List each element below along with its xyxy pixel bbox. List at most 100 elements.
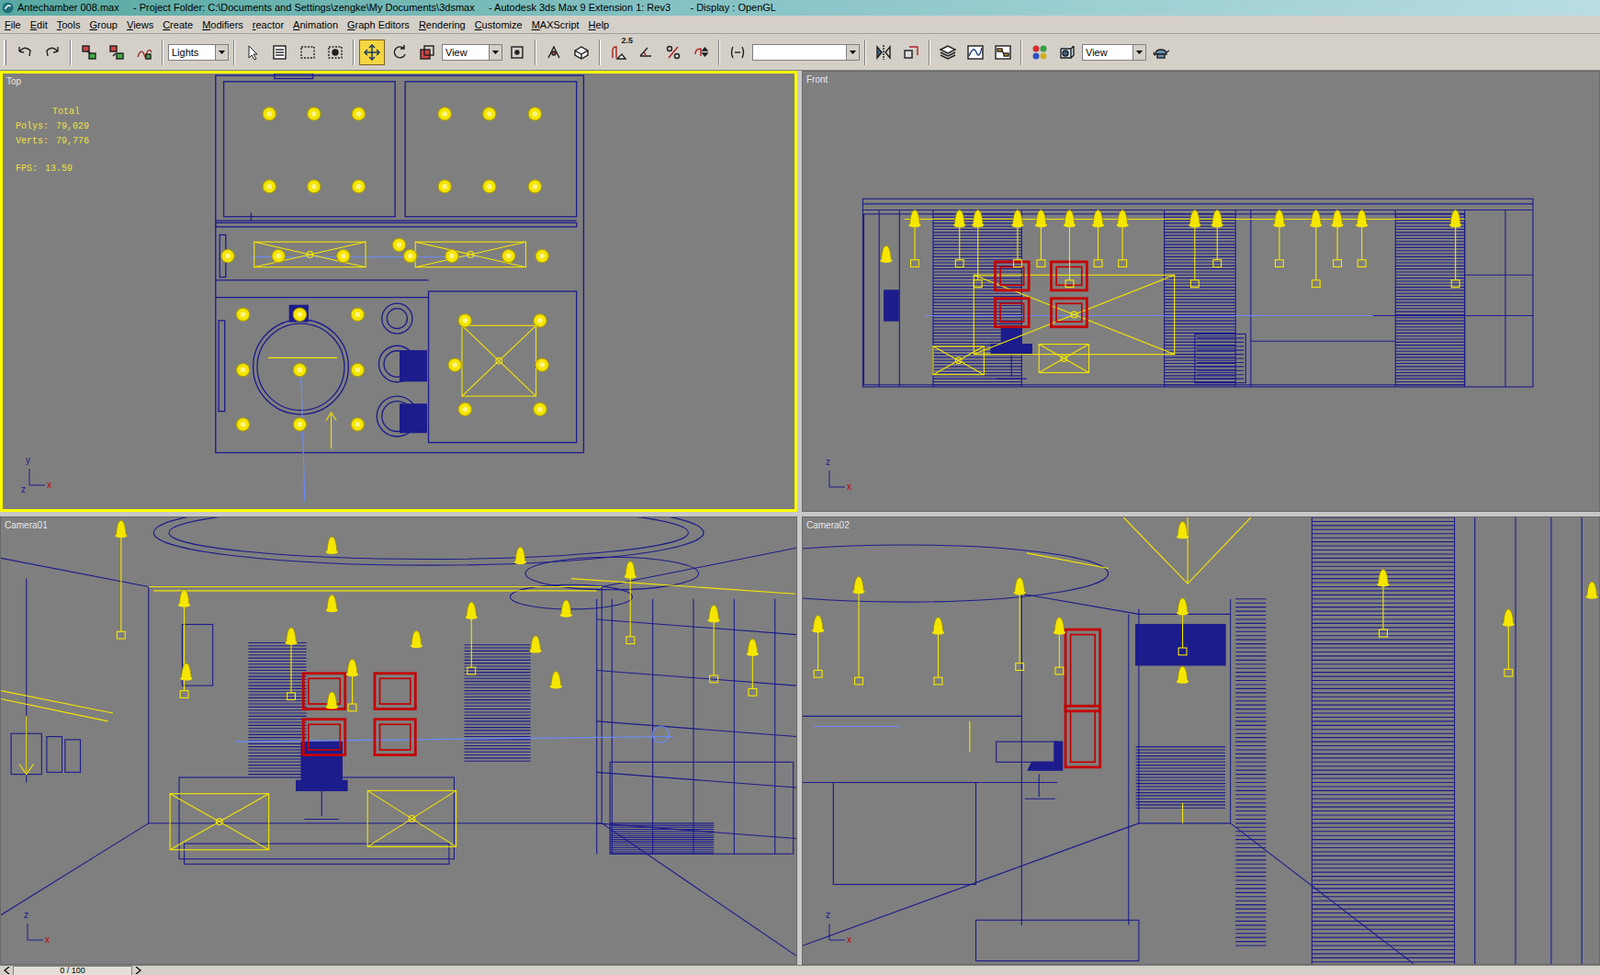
light-icon[interactable] <box>483 180 496 193</box>
light-icon[interactable] <box>953 209 966 267</box>
viewport[interactable]: Camera02zx <box>801 516 1600 965</box>
light-icon[interactable] <box>852 575 865 685</box>
light-icon[interactable] <box>1188 209 1201 287</box>
select-name-button[interactable] <box>267 39 293 66</box>
menu-item[interactable]: Tools <box>56 17 81 33</box>
menu-item[interactable]: Views <box>126 17 154 33</box>
named-sel-button[interactable] <box>724 39 751 66</box>
curve-button[interactable] <box>962 39 989 66</box>
light-icon[interactable] <box>307 180 321 193</box>
light-icon[interactable] <box>392 237 406 251</box>
light-gizmo[interactable] <box>1038 344 1089 373</box>
viewport-label[interactable]: Front <box>806 74 828 86</box>
pivot-button[interactable] <box>504 39 530 66</box>
time-slider-thumb[interactable]: 0 / 100 <box>12 965 133 975</box>
light-icon[interactable] <box>1376 569 1389 637</box>
picture-frame[interactable] <box>995 261 1030 291</box>
next-frame-icon[interactable] <box>134 966 142 974</box>
light-icon[interactable] <box>350 307 364 321</box>
selection-filter-dropdown[interactable]: Lights <box>168 44 229 61</box>
spinner-snap-button[interactable] <box>687 39 714 66</box>
previous-frame-icon[interactable] <box>3 966 12 974</box>
light-icon[interactable] <box>908 209 921 267</box>
menu-item[interactable]: Customize <box>474 17 523 33</box>
light-icon[interactable] <box>1355 209 1368 267</box>
schematic-button[interactable] <box>990 39 1016 66</box>
picture-frame[interactable] <box>995 298 1030 327</box>
rect-region-button[interactable] <box>294 39 321 66</box>
light-icon[interactable] <box>236 307 249 321</box>
toolbar-grip[interactable] <box>3 39 7 66</box>
light-icon[interactable] <box>1449 209 1462 287</box>
light-icon[interactable] <box>1011 209 1024 267</box>
redo-button[interactable] <box>39 39 66 66</box>
menu-item[interactable]: Rendering <box>418 17 466 33</box>
light-icon[interactable] <box>1092 209 1105 267</box>
time-slider[interactable]: 0 / 100 <box>0 964 1600 975</box>
light-icon[interactable] <box>535 248 549 262</box>
light-icon[interactable] <box>465 601 478 675</box>
light-icon[interactable] <box>533 402 547 416</box>
light-icon[interactable] <box>178 589 191 699</box>
light-icon[interactable] <box>1063 209 1076 287</box>
bind-button[interactable] <box>131 39 158 66</box>
menu-item[interactable]: Create <box>162 17 193 33</box>
light-icon[interactable] <box>1211 209 1224 267</box>
light-icon[interactable] <box>180 663 192 681</box>
rotate-button[interactable] <box>386 39 413 66</box>
viewport-label[interactable]: Camera01 <box>4 519 48 531</box>
dropdown-arrow[interactable] <box>214 45 228 60</box>
light-icon[interactable] <box>708 604 721 682</box>
dropdown-arrow[interactable] <box>1132 45 1146 60</box>
light-icon[interactable] <box>1309 209 1322 287</box>
light-icon[interactable] <box>1176 665 1189 684</box>
light-gizmo[interactable] <box>367 789 456 846</box>
light-icon[interactable] <box>560 599 573 618</box>
light-icon[interactable] <box>1273 209 1285 267</box>
light-icon[interactable] <box>404 248 417 262</box>
picture-frame[interactable] <box>1051 261 1088 291</box>
keyboard-button[interactable] <box>568 39 595 66</box>
menu-item[interactable]: Edit <box>30 17 48 33</box>
dropdown-arrow[interactable] <box>845 45 859 60</box>
manipulate-button[interactable] <box>540 39 567 66</box>
viewport-label[interactable]: Top <box>6 76 22 88</box>
light-icon[interactable] <box>351 107 365 121</box>
light-icon[interactable] <box>932 617 945 685</box>
light-icon[interactable] <box>262 107 276 121</box>
light-icon[interactable] <box>271 248 285 262</box>
viewport[interactable]: Frontzx <box>801 70 1600 512</box>
light-icon[interactable] <box>1330 209 1343 267</box>
layer-button[interactable] <box>935 39 961 66</box>
light-icon[interactable] <box>326 594 339 612</box>
light-icon[interactable] <box>971 209 984 287</box>
light-icon[interactable] <box>528 107 541 121</box>
light-icon[interactable] <box>458 314 472 327</box>
dropdown-arrow[interactable] <box>488 45 502 60</box>
menu-item[interactable]: Animation <box>292 17 339 33</box>
light-icon[interactable] <box>1586 581 1599 599</box>
align-button[interactable] <box>898 39 924 66</box>
light-icon[interactable] <box>307 107 321 121</box>
light-icon[interactable] <box>483 107 496 121</box>
light-icon[interactable] <box>438 107 451 121</box>
light-icon[interactable] <box>550 671 563 689</box>
light-gizmo[interactable] <box>169 793 270 850</box>
light-icon[interactable] <box>1502 608 1515 677</box>
picture-frame[interactable] <box>374 673 416 710</box>
light-icon[interactable] <box>410 630 423 648</box>
menu-item[interactable]: MAXScript <box>531 17 580 33</box>
light-icon[interactable] <box>1176 520 1189 539</box>
light-icon[interactable] <box>448 358 462 372</box>
light-icon[interactable] <box>262 180 276 193</box>
light-icon[interactable] <box>1176 597 1189 655</box>
light-icon[interactable] <box>114 519 127 639</box>
snap-button[interactable]: 2.5 <box>605 39 631 66</box>
teapot-button[interactable] <box>1148 39 1174 66</box>
picture-frame[interactable] <box>374 719 416 755</box>
light-icon[interactable] <box>624 561 637 644</box>
light-gizmo[interactable] <box>973 274 1174 354</box>
menu-item[interactable]: Group <box>89 17 118 33</box>
menu-item[interactable]: Graph Editors <box>347 17 410 33</box>
viewport[interactable]: TopTotalPolys:79,029Verts:79,776FPS:13.5… <box>0 70 798 512</box>
